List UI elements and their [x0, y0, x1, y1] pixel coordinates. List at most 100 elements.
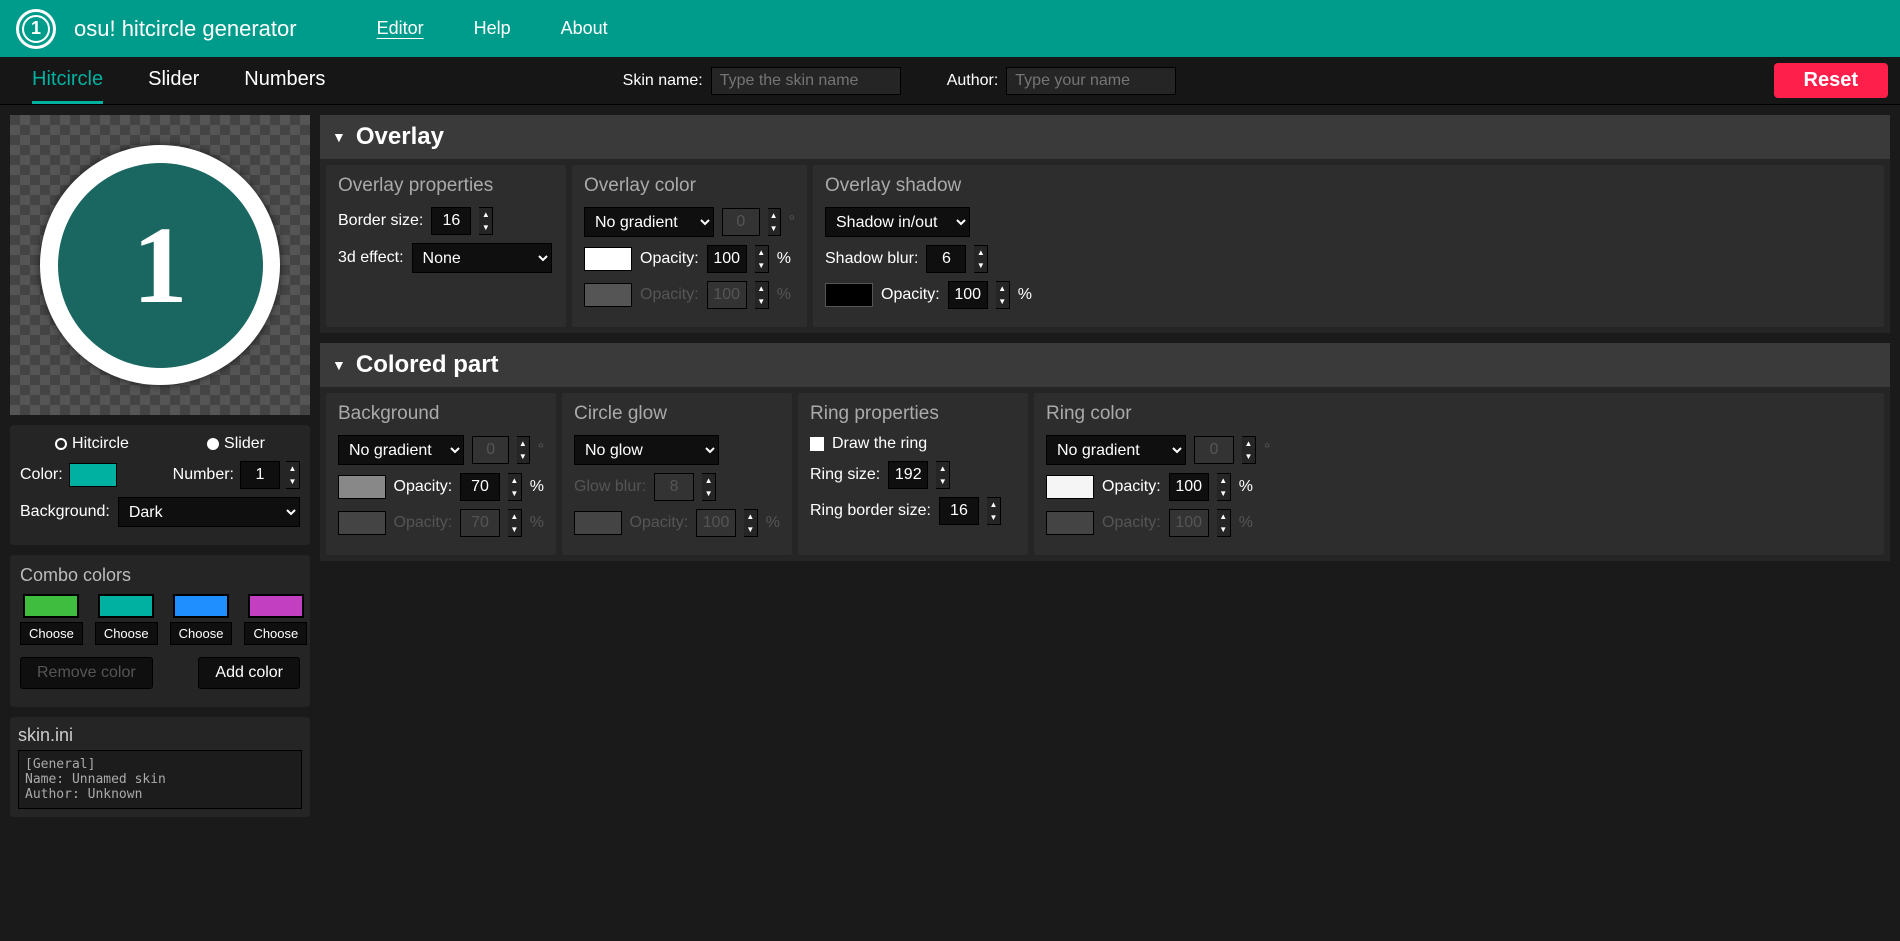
overlay-header[interactable]: ▼ Overlay — [320, 115, 1890, 159]
preview: 1 — [10, 115, 310, 415]
colored-header[interactable]: ▼ Colored part — [320, 343, 1890, 387]
combo-item: Choose — [244, 594, 307, 645]
choose-button[interactable]: Choose — [170, 622, 233, 645]
remove-color-button[interactable]: Remove color — [20, 657, 153, 689]
collapse-icon: ▼ — [332, 129, 346, 145]
overlay-gradient-select[interactable]: No gradient — [584, 207, 714, 237]
background-select[interactable]: Dark — [118, 497, 300, 527]
sub-inputs: Skin name: Author: — [623, 67, 1177, 95]
combo-item: Choose — [95, 594, 158, 645]
nav-editor[interactable]: Editor — [377, 18, 424, 39]
skinini-panel: skin.ini [General] Name: Unnamed skin Au… — [10, 717, 310, 817]
ringcolor-swatch2 — [1046, 511, 1094, 535]
author-input[interactable] — [1006, 67, 1176, 95]
bg-op1-spinner[interactable]: ▲▼ — [508, 473, 522, 501]
bg-angle: 0 — [472, 436, 509, 464]
glow-title: Circle glow — [574, 403, 780, 425]
radio-dot-icon — [55, 438, 67, 450]
shadow-mode-select[interactable]: Shadow in/out — [825, 207, 970, 237]
ringcolor-op1-label: Opacity: — [1102, 478, 1161, 496]
combo-item: Choose — [20, 594, 83, 645]
number-input[interactable]: 1 — [240, 461, 280, 489]
combo-swatch[interactable] — [23, 594, 79, 618]
bg-title: Background — [338, 403, 544, 425]
shadow-blur-spinner[interactable]: ▲▼ — [974, 245, 988, 273]
glow-blur-input: 8 — [654, 473, 694, 501]
radio-slider[interactable]: Slider — [207, 435, 265, 453]
shadow-blur-input[interactable]: 6 — [926, 245, 966, 273]
main-area: 1 Hitcircle Slider Color: Number: 1 ▲▼ — [0, 105, 1900, 827]
bg-op1-input[interactable]: 70 — [460, 473, 500, 501]
overlay-shadow-title: Overlay shadow — [825, 175, 1872, 197]
color-label: Color: — [20, 466, 63, 484]
ring-title: Ring properties — [810, 403, 1016, 425]
overlay-angle-input: 0 — [722, 208, 760, 236]
choose-button[interactable]: Choose — [244, 622, 307, 645]
overlay-opacity-spinner[interactable]: ▲▼ — [755, 245, 769, 273]
skin-name-input[interactable] — [711, 67, 901, 95]
border-size-spinner[interactable]: ▲▼ — [479, 207, 493, 235]
shadow-opacity-input[interactable]: 100 — [948, 281, 988, 309]
sub-tabs: Hitcircle Slider Numbers — [32, 58, 325, 104]
radio-hitcircle[interactable]: Hitcircle — [55, 435, 129, 453]
bg-op1-label: Opacity: — [394, 478, 453, 496]
tab-slider[interactable]: Slider — [148, 58, 199, 104]
skin-name-label: Skin name: — [623, 72, 703, 90]
bg-swatch2 — [338, 511, 386, 535]
ringcolor-op1-spinner[interactable]: ▲▼ — [1217, 473, 1231, 501]
choose-button[interactable]: Choose — [95, 622, 158, 645]
skinini-content: [General] Name: Unnamed skin Author: Unk… — [18, 750, 302, 809]
overlay-color-title: Overlay color — [584, 175, 795, 197]
shadow-opacity-spinner[interactable]: ▲▼ — [996, 281, 1010, 309]
combo-title: Combo colors — [20, 565, 300, 586]
color-swatch[interactable] — [69, 463, 117, 487]
shadow-color-swatch[interactable] — [825, 283, 873, 307]
ringcolor-gradient-select[interactable]: No gradient — [1046, 435, 1186, 465]
right-column: ▼ Overlay Overlay properties Border size… — [320, 115, 1890, 817]
draw-ring-checkbox[interactable] — [810, 437, 824, 451]
preview-controls: Hitcircle Slider Color: Number: 1 ▲▼ Bac… — [10, 425, 310, 545]
nav-about[interactable]: About — [561, 18, 608, 39]
bg-angle-spinner: ▲▼ — [517, 436, 530, 464]
ring-border-input[interactable]: 16 — [939, 497, 979, 525]
tab-numbers[interactable]: Numbers — [244, 58, 325, 104]
background-label: Background: — [20, 503, 110, 521]
overlay-color-swatch[interactable] — [584, 247, 632, 271]
bg-gradient-select[interactable]: No gradient — [338, 435, 464, 465]
glow-op-input: 100 — [696, 509, 736, 537]
bg-op2-input: 70 — [460, 509, 500, 537]
ringcolor-angle: 0 — [1194, 436, 1234, 464]
ringcolor-op1-input[interactable]: 100 — [1169, 473, 1209, 501]
top-bar: 1 osu! hitcircle generator Editor Help A… — [0, 0, 1900, 57]
tab-hitcircle[interactable]: Hitcircle — [32, 58, 103, 104]
colored-section: ▼ Colored part Background No gradient 0 … — [320, 343, 1890, 561]
author-label: Author: — [947, 72, 999, 90]
add-color-button[interactable]: Add color — [198, 657, 300, 689]
overlay-section: ▼ Overlay Overlay properties Border size… — [320, 115, 1890, 333]
choose-button[interactable]: Choose — [20, 622, 83, 645]
reset-button[interactable]: Reset — [1774, 63, 1888, 98]
effect-select[interactable]: None — [412, 243, 552, 273]
nav-help[interactable]: Help — [474, 18, 511, 39]
ring-border-spinner[interactable]: ▲▼ — [987, 497, 1001, 525]
logo-number: 1 — [22, 15, 50, 43]
number-label: Number: — [173, 466, 234, 484]
preview-number: 1 — [58, 163, 263, 368]
overlay-opacity2-label: Opacity: — [640, 286, 699, 304]
number-spinner[interactable]: ▲▼ — [286, 461, 300, 489]
ringcolor-swatch1[interactable] — [1046, 475, 1094, 499]
ringcolor-angle-spinner: ▲▼ — [1242, 436, 1256, 464]
ring-color: Ring color No gradient 0 ▲▼ ° Opacity: 1… — [1034, 393, 1884, 555]
bg-swatch1[interactable] — [338, 475, 386, 499]
overlay-opacity-input[interactable]: 100 — [707, 245, 747, 273]
combo-swatch[interactable] — [248, 594, 304, 618]
overlay-shadow: Overlay shadow Shadow in/out Shadow blur… — [813, 165, 1884, 327]
ring-size-input[interactable]: 192 — [888, 461, 928, 489]
left-column: 1 Hitcircle Slider Color: Number: 1 ▲▼ — [10, 115, 310, 817]
glow-mode-select[interactable]: No glow — [574, 435, 719, 465]
combo-swatch[interactable] — [173, 594, 229, 618]
ring-properties: Ring properties Draw the ring Ring size:… — [798, 393, 1028, 555]
ring-size-spinner[interactable]: ▲▼ — [936, 461, 950, 489]
border-size-input[interactable]: 16 — [431, 207, 471, 235]
combo-swatch[interactable] — [98, 594, 154, 618]
